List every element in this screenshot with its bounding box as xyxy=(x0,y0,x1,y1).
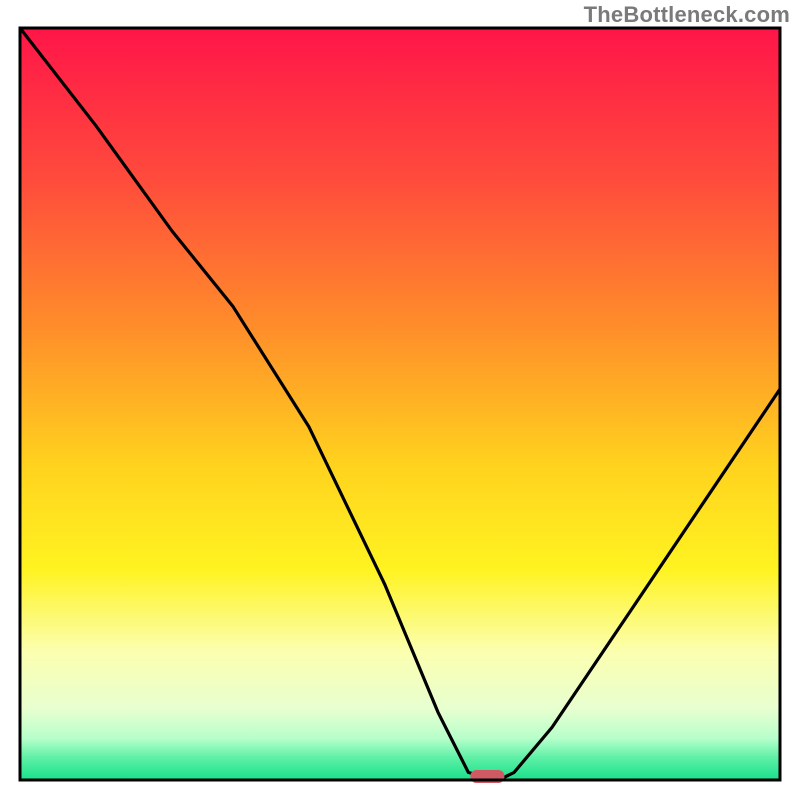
watermark-text: TheBottleneck.com xyxy=(584,2,790,28)
chart-container: { "watermark": "TheBottleneck.com", "cha… xyxy=(0,0,800,800)
bottleneck-chart xyxy=(0,0,800,800)
plot-background xyxy=(20,28,780,780)
